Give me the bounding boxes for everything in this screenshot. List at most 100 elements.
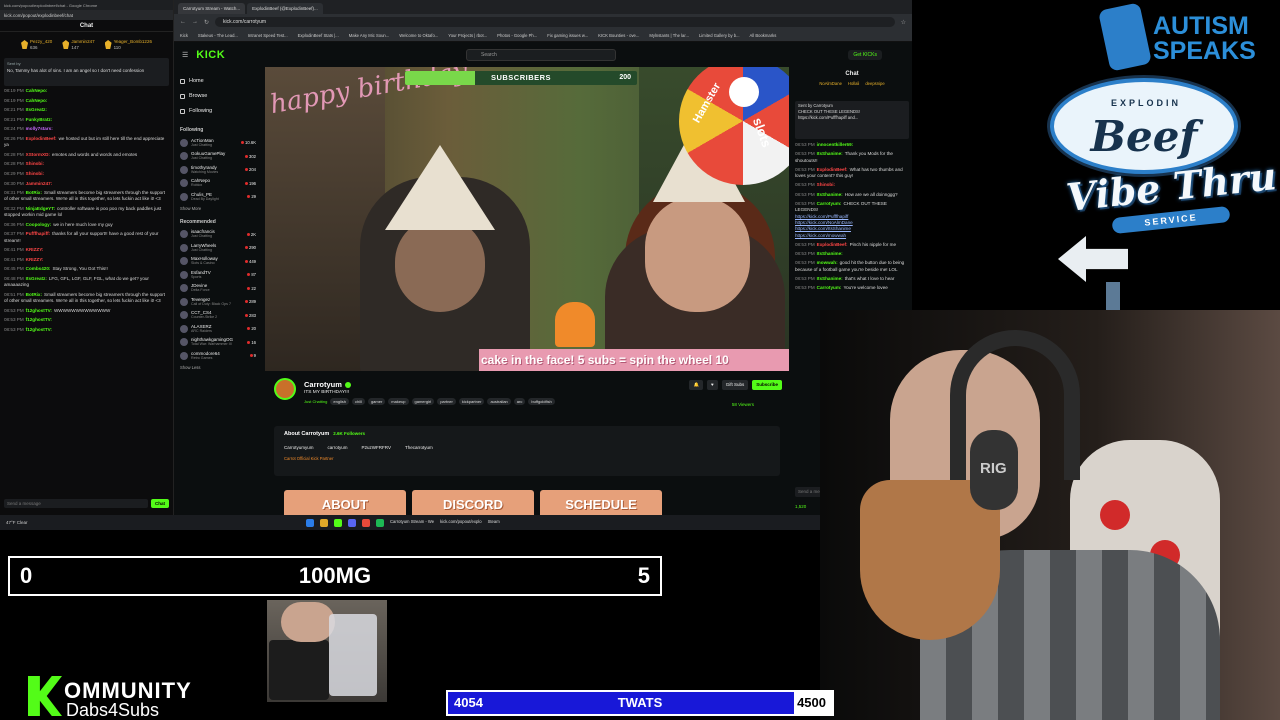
message-user[interactable]: f12ghostTV: <box>26 317 52 322</box>
stream-tag[interactable]: makeup <box>388 398 409 405</box>
stream-chat-gifter[interactable]: Hollali <box>848 81 859 101</box>
show-more-link[interactable]: Show More <box>180 206 256 211</box>
channel-panel[interactable]: ABOUT <box>284 490 406 515</box>
taskbar-window[interactable]: Steam <box>488 519 500 527</box>
sidebar-channel[interactable]: isaacfrancis Just Chatting 2K <box>180 228 256 242</box>
sidebar-channel[interactable]: MaxHolloway Slots & Casino 449 <box>180 255 256 269</box>
browser-tab[interactable]: Carrotyum Stream - Watch... <box>178 3 246 14</box>
bookmark-item[interactable]: ExplodinBeef Stats |... <box>298 33 339 38</box>
popout-url-bar[interactable]: kick.com/popout/explodinbeef/chat <box>0 10 173 20</box>
message-user[interactable]: molly7stars: <box>26 126 53 131</box>
message-user[interactable]: NinjaEdgeYT: <box>26 206 55 211</box>
kick-search-input[interactable]: Search <box>466 49 616 61</box>
social-link[interactable]: P2uzWFRFRV <box>362 445 391 450</box>
message-user[interactable]: ItsGreatz: <box>26 107 47 112</box>
message-user[interactable]: BotRix: <box>26 190 42 195</box>
channel-panel[interactable]: DISCORD <box>412 490 534 515</box>
stream-chat-gifter[interactable]: NoAlmDane <box>819 81 842 101</box>
bookmark-item[interactable]: Photos - Google Ph... <box>497 33 537 38</box>
bookmark-item[interactable]: Intranet Speed Test... <box>248 33 288 38</box>
taskbar-window[interactable]: Carrotyum Stream - We <box>390 519 434 527</box>
gift-subs-button[interactable]: Gift Subs <box>721 380 749 390</box>
kick-logo[interactable]: KICK <box>196 49 225 61</box>
popout-send-button[interactable]: Chat <box>151 499 169 508</box>
message-user[interactable]: mowwah: <box>817 260 838 265</box>
bookmark-item[interactable]: Kick <box>180 33 188 38</box>
message-user[interactable]: ItsShanime: <box>817 251 843 256</box>
message-user[interactable]: f12ghostTV: <box>26 308 52 313</box>
show-less-link[interactable]: Show Less <box>180 365 256 370</box>
message-user[interactable]: innocentkiller69: <box>817 142 854 147</box>
get-kicks-button[interactable]: Get KICKs <box>848 50 882 60</box>
message-user[interactable]: CahNepo: <box>26 98 48 103</box>
sidebar-channel[interactable]: JDevine Delta Force 22 <box>180 282 256 296</box>
message-user[interactable]: f12ghostTV: <box>26 327 52 332</box>
message-user[interactable]: Carrotyum: <box>817 285 842 290</box>
message-user[interactable]: Shinobi: <box>26 161 44 166</box>
message-user[interactable]: FunkyBratz: <box>26 117 53 122</box>
message-user[interactable]: Combs420: <box>26 266 51 271</box>
taskbar-app-icon[interactable] <box>320 518 328 527</box>
message-user[interactable]: ExplodinBeef: <box>26 136 57 141</box>
message-user[interactable]: Shinobi: <box>817 182 835 187</box>
message-user[interactable]: ItsShanime: <box>817 276 843 281</box>
message-user[interactable]: KRIZZY: <box>26 257 44 262</box>
bookmark-item[interactable]: Mylnstants | The lar... <box>649 33 689 38</box>
message-user[interactable]: BotRix: <box>26 292 42 297</box>
bookmark-item[interactable]: Fix gaming issues w... <box>547 33 588 38</box>
follow-heart-icon[interactable]: ♥ <box>707 380 718 390</box>
sidebar-channel[interactable]: LarryWheels Just Chatting 290 <box>180 241 256 255</box>
message-user[interactable]: ExplodinBeef: <box>817 242 848 247</box>
bookmark-item[interactable]: Make Any Mic Soun... <box>349 33 390 38</box>
message-user[interactable]: ItsShanime: <box>817 192 843 197</box>
bookmark-item[interactable]: All Bookmarks <box>750 33 777 38</box>
stream-tag[interactable]: partner <box>437 398 456 405</box>
social-link[interactable]: carrotyum <box>328 445 348 450</box>
channel-name[interactable]: Carrotyum <box>304 380 351 389</box>
social-link[interactable]: Thecarrotyum <box>405 445 433 450</box>
sidebar-channel[interactable]: EsfandTV Sports 87 <box>180 268 256 282</box>
gifter-badge[interactable]: Jammin247 147 <box>62 35 95 54</box>
gifter-badge[interactable]: Pezzy_420 636 <box>21 35 52 54</box>
message-user[interactable]: Jammin247: <box>26 181 53 186</box>
address-bar[interactable]: kick.com/carrotyum <box>215 17 895 27</box>
message-link[interactable]: https://kick.com/mowwah <box>795 233 909 239</box>
stream-category[interactable]: Just Chatting <box>304 398 327 405</box>
sidebar-channel[interactable]: ALAXERZ ARC Raiders 20 <box>180 322 256 336</box>
taskbar-app-icon[interactable] <box>306 518 314 527</box>
stream-tag[interactable]: australian <box>487 398 511 405</box>
stream-tag[interactable]: chill <box>352 398 365 405</box>
bookmark-item[interactable]: Welcome to Oktafo... <box>399 33 438 38</box>
message-user[interactable]: XStormXD: <box>26 152 50 157</box>
notify-bell-icon[interactable]: 🔔 <box>689 380 704 390</box>
sidebar-channel[interactable]: Tevengez Call of Duty: Black Ops 7 289 <box>180 295 256 309</box>
forward-icon[interactable]: → <box>192 19 198 25</box>
message-user[interactable]: Coopology: <box>26 222 52 227</box>
message-user[interactable]: Pufffhapiff: <box>26 231 51 236</box>
message-user[interactable]: ItsGreatz: <box>26 276 47 281</box>
stream-tag[interactable]: buffgoldfish <box>528 398 555 405</box>
taskbar-app-icon[interactable] <box>362 518 370 527</box>
taskbar-window[interactable]: kick.com/popout/explo <box>440 519 481 527</box>
stream-tag[interactable]: english <box>330 398 350 405</box>
sidebar-nav-home[interactable]: Home <box>180 74 256 89</box>
message-user[interactable]: ExplodinBeef: <box>817 167 848 172</box>
message-user[interactable]: ItsShanime: <box>817 151 843 156</box>
sidebar-channel[interactable]: CCT_CS4 Counter-Strike 2 283 <box>180 309 256 323</box>
channel-avatar[interactable] <box>274 378 296 400</box>
stream-chat-gifter[interactable]: deepsnipe <box>865 81 884 101</box>
taskbar-app-icon[interactable] <box>348 518 356 527</box>
stream-tag[interactable]: arc <box>513 398 526 405</box>
stream-tag[interactable]: kickpartner <box>458 398 485 405</box>
sidebar-channel[interactable]: commodore64 Retro Games 9 <box>180 349 256 363</box>
sidebar-nav-following[interactable]: Following <box>180 104 256 119</box>
bookmark-item[interactable]: Limited Gallery by b... <box>699 33 740 38</box>
bookmark-item[interactable]: KICK Bounties - ove... <box>598 33 639 38</box>
sidebar-channel[interactable]: AcTionMan Just Chatting 10.6K <box>180 136 256 150</box>
channel-panel[interactable]: SCHEDULE <box>540 490 662 515</box>
social-link[interactable]: Carrotyumyum <box>284 445 314 450</box>
taskbar-app-icon[interactable] <box>376 518 384 527</box>
channel-points[interactable]: 1,520 <box>795 504 806 509</box>
gifter-badge[interactable]: Yeager_Bomb1226 110 <box>104 35 152 54</box>
pinned-message[interactable]: Sent by No, Tammy has alot of sins. I am… <box>4 58 169 86</box>
